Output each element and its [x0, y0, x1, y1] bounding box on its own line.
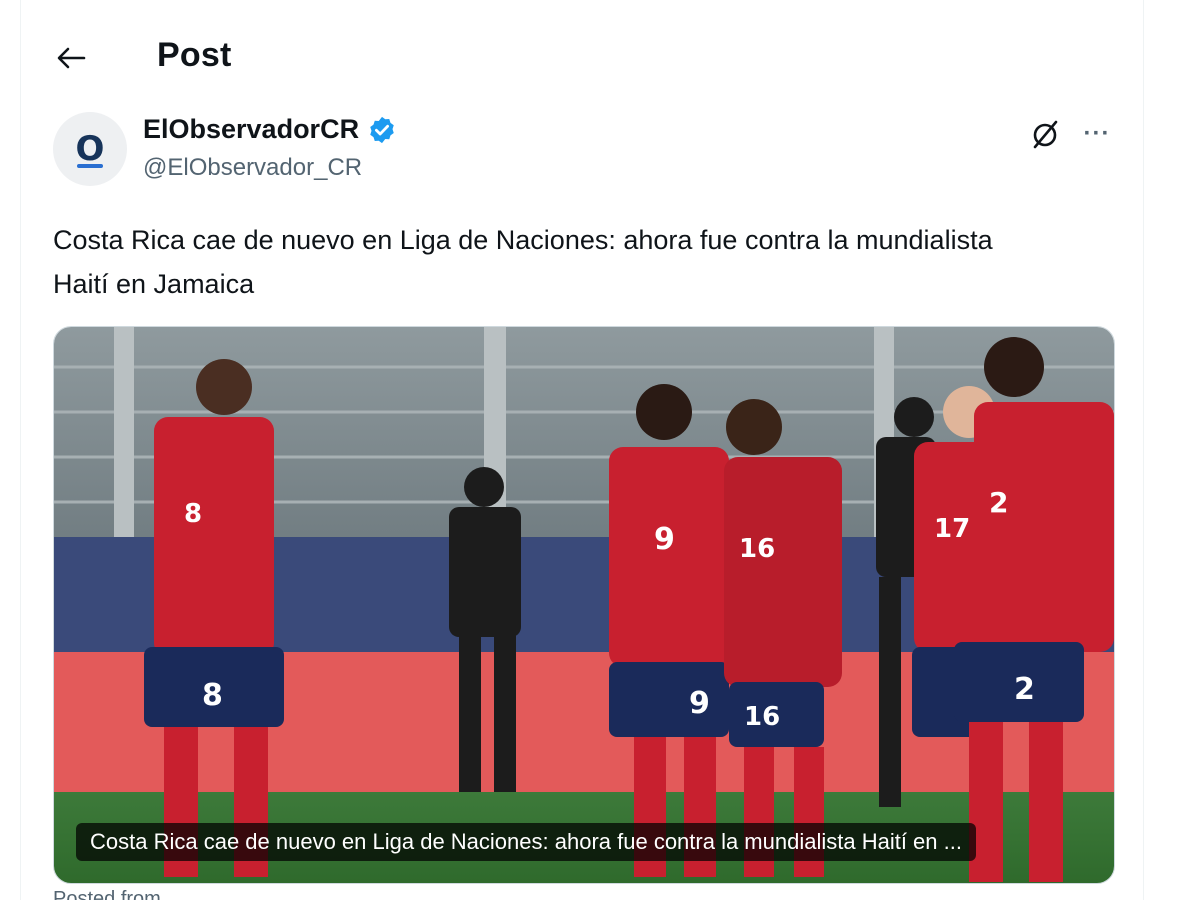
verified-badge-icon: [370, 116, 394, 143]
page-title: Post: [157, 36, 232, 74]
grok-button[interactable]: [1027, 116, 1063, 152]
post-column: Post O ElObservadorCR @ElObservador_CR ·…: [20, 0, 1144, 900]
photo-players: 8 8 9 9 16 16 17 2 2: [54, 327, 1114, 883]
shorts-number: 2: [1014, 672, 1035, 707]
media-caption: Costa Rica cae de nuevo en Liga de Nacio…: [76, 823, 976, 861]
jersey-number: 16: [739, 534, 775, 564]
more-options-button[interactable]: ···: [1079, 116, 1115, 152]
author-display-name[interactable]: ElObservadorCR: [143, 114, 359, 145]
post-footer-text: Posted from: [53, 888, 161, 900]
author-name-row[interactable]: ElObservadorCR: [143, 114, 397, 145]
post-text: Costa Rica cae de nuevo en Liga de Nacio…: [53, 225, 993, 299]
shorts-number: 9: [689, 686, 710, 721]
jersey-number: 9: [654, 522, 675, 557]
avatar[interactable]: O: [53, 112, 127, 186]
media-card[interactable]: 8 8 9 9 16 16 17 2 2 Costa Rica cae de n…: [53, 326, 1115, 884]
arrow-left-icon: [57, 47, 86, 69]
shorts-number: 8: [202, 678, 223, 713]
author-handle[interactable]: @ElObservador_CR: [143, 154, 362, 182]
jersey-number: 8: [184, 499, 202, 529]
grok-icon: [1033, 120, 1058, 149]
jersey-number: 2: [989, 486, 1008, 519]
avatar-accent-bar: [77, 164, 103, 168]
back-button[interactable]: [51, 38, 91, 78]
jersey-number: 17: [934, 514, 970, 544]
avatar-letter: O: [75, 129, 105, 169]
shorts-number: 16: [744, 702, 780, 732]
top-bar: Post: [21, 30, 1143, 86]
